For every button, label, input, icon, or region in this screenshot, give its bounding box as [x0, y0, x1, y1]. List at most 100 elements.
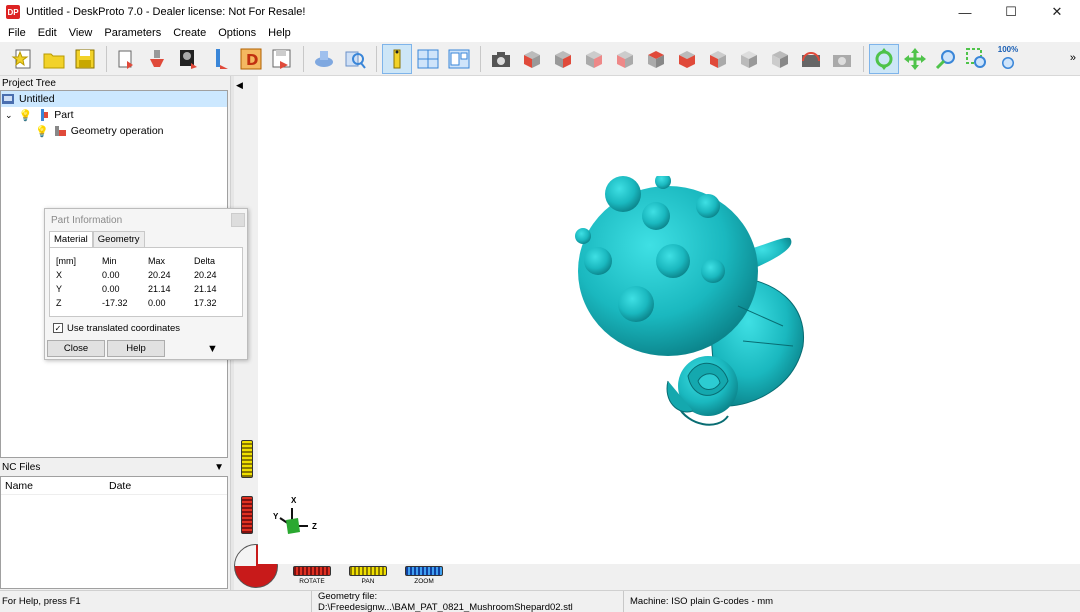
preview-button[interactable] — [309, 44, 339, 74]
pan-mode-button[interactable] — [900, 44, 930, 74]
view-iso2-button[interactable] — [734, 44, 764, 74]
rotate-view-button[interactable] — [796, 44, 826, 74]
row-axis: Y — [56, 284, 63, 294]
chevron-down-icon[interactable]: ⌄ — [5, 110, 13, 121]
new-project-button[interactable] — [8, 44, 38, 74]
layout-view-button[interactable] — [444, 44, 474, 74]
view-bottom-button[interactable] — [672, 44, 702, 74]
table-row: Z -17.32 0.00 17.32 — [50, 296, 242, 310]
part-icon — [36, 108, 50, 122]
menu-bar: File Edit View Parameters Create Options… — [0, 24, 1080, 42]
zoom-preview-button[interactable] — [340, 44, 370, 74]
rotate-slider[interactable] — [241, 496, 253, 534]
pan-slider[interactable] — [241, 440, 253, 478]
add-part-button[interactable] — [143, 44, 173, 74]
view-right-button[interactable] — [610, 44, 640, 74]
translated-coordinates-option[interactable]: ✓ Use translated coordinates — [53, 321, 247, 335]
column-header-date[interactable]: Date — [105, 480, 131, 492]
dialog-close-icon[interactable] — [231, 213, 245, 227]
menu-file[interactable]: File — [2, 27, 32, 39]
zoom-label: ZOOM — [414, 578, 434, 585]
row-max: 0.00 — [148, 298, 166, 308]
view-back-button[interactable] — [548, 44, 578, 74]
row-min: -17.32 — [102, 298, 128, 308]
cube-iso-icon — [710, 50, 726, 68]
toolbar-overflow-button[interactable]: » — [1070, 52, 1076, 64]
minimize-button[interactable]: — — [942, 0, 988, 24]
bitmap-button[interactable] — [174, 44, 204, 74]
project-icon — [1, 92, 15, 106]
tree-item-part[interactable]: ⌄ 💡 Part — [1, 107, 227, 123]
close-window-button[interactable]: ✕ — [1034, 0, 1080, 24]
translated-coordinates-checkbox[interactable]: ✓ — [53, 323, 63, 333]
rotate-mode-button[interactable] — [869, 43, 899, 74]
menu-help[interactable]: Help — [262, 27, 297, 39]
expand-dialog-icon[interactable]: ▼ — [207, 343, 218, 355]
maximize-button[interactable]: ☐ — [988, 0, 1034, 24]
project-tree-title: Project Tree — [2, 77, 56, 89]
pan-control[interactable]: PAN — [340, 564, 396, 590]
part-info-button[interactable] — [382, 43, 412, 74]
tool-button[interactable] — [205, 44, 235, 74]
close-button[interactable]: Close — [47, 340, 105, 357]
rotate-control[interactable]: ROTATE — [284, 564, 340, 590]
drawing-button[interactable]: D — [236, 44, 266, 74]
menu-edit[interactable]: Edit — [32, 27, 63, 39]
help-button[interactable]: Help — [107, 340, 165, 357]
menu-options[interactable]: Options — [212, 27, 262, 39]
tree-item-geometry-operation[interactable]: 💡 Geometry operation — [1, 123, 227, 139]
toolbar-separator — [376, 45, 377, 72]
row-axis: X — [56, 270, 63, 280]
zoom-mode-button[interactable] — [931, 44, 961, 74]
zoom-window-button[interactable] — [962, 44, 992, 74]
menu-parameters[interactable]: Parameters — [98, 27, 167, 39]
view-iso3-button[interactable] — [765, 44, 795, 74]
column-header-min: Min — [102, 256, 117, 266]
dropdown-arrow-icon[interactable]: ▼ — [214, 462, 224, 473]
view-left-button[interactable] — [579, 44, 609, 74]
view-iso-button[interactable] — [703, 44, 733, 74]
split-view-button[interactable] — [413, 44, 443, 74]
part-information-dialog: Part Information Material Geometry [mm] … — [44, 208, 248, 360]
zoom-control[interactable]: ZOOM — [396, 564, 452, 590]
tab-geometry[interactable]: Geometry — [92, 231, 145, 247]
tree-item-project[interactable]: Untitled — [1, 91, 227, 107]
toolbar-separator — [480, 45, 481, 72]
row-min: 0.00 — [102, 284, 120, 294]
zoom-window-icon — [966, 47, 986, 68]
zoom-bar[interactable] — [405, 566, 443, 576]
split-view-icon — [417, 49, 439, 68]
collapse-panel-icon[interactable]: ◀ — [236, 80, 243, 91]
lightbulb-icon[interactable]: 💡 — [19, 109, 33, 122]
nc-files-columns: Name Date — [1, 477, 227, 495]
snapshot-button[interactable] — [486, 44, 516, 74]
open-button[interactable] — [39, 44, 69, 74]
menu-create[interactable]: Create — [167, 27, 212, 39]
floppy-disk-icon — [75, 49, 95, 68]
toolbar-separator — [863, 45, 864, 72]
load-geometry-button[interactable] — [112, 44, 142, 74]
table-header-row: [mm] Min Max Delta — [50, 254, 242, 268]
zoom-100-button[interactable]: 100% — [993, 44, 1023, 74]
pan-bar[interactable] — [349, 566, 387, 576]
save-nc-button[interactable] — [267, 44, 297, 74]
view-top-button[interactable] — [641, 44, 671, 74]
viewport: ◀ X Y Z ROTATE PAN ZOOM — [234, 76, 1080, 590]
lightbulb-icon[interactable]: 💡 — [35, 125, 49, 138]
nc-files-header[interactable]: NC Files ▼ — [0, 460, 228, 475]
rotate-arrows-icon — [875, 47, 893, 70]
reset-view-button[interactable] — [827, 44, 857, 74]
dimensions-panel: [mm] Min Max Delta X 0.00 20.24 20.24 Y … — [49, 247, 243, 317]
axis-x-label: X — [291, 496, 297, 505]
rotate-bar[interactable] — [293, 566, 331, 576]
table-row: X 0.00 20.24 20.24 — [50, 268, 242, 282]
cube-grey-alt-icon — [772, 50, 788, 68]
row-max: 20.24 — [148, 270, 171, 280]
view-front-button[interactable] — [517, 44, 547, 74]
save-button[interactable] — [70, 44, 100, 74]
tab-material[interactable]: Material — [49, 231, 93, 247]
column-header-name[interactable]: Name — [1, 480, 105, 492]
cutter-tool-icon — [216, 48, 228, 69]
menu-view[interactable]: View — [63, 27, 99, 39]
3d-view-canvas[interactable] — [258, 76, 1080, 564]
